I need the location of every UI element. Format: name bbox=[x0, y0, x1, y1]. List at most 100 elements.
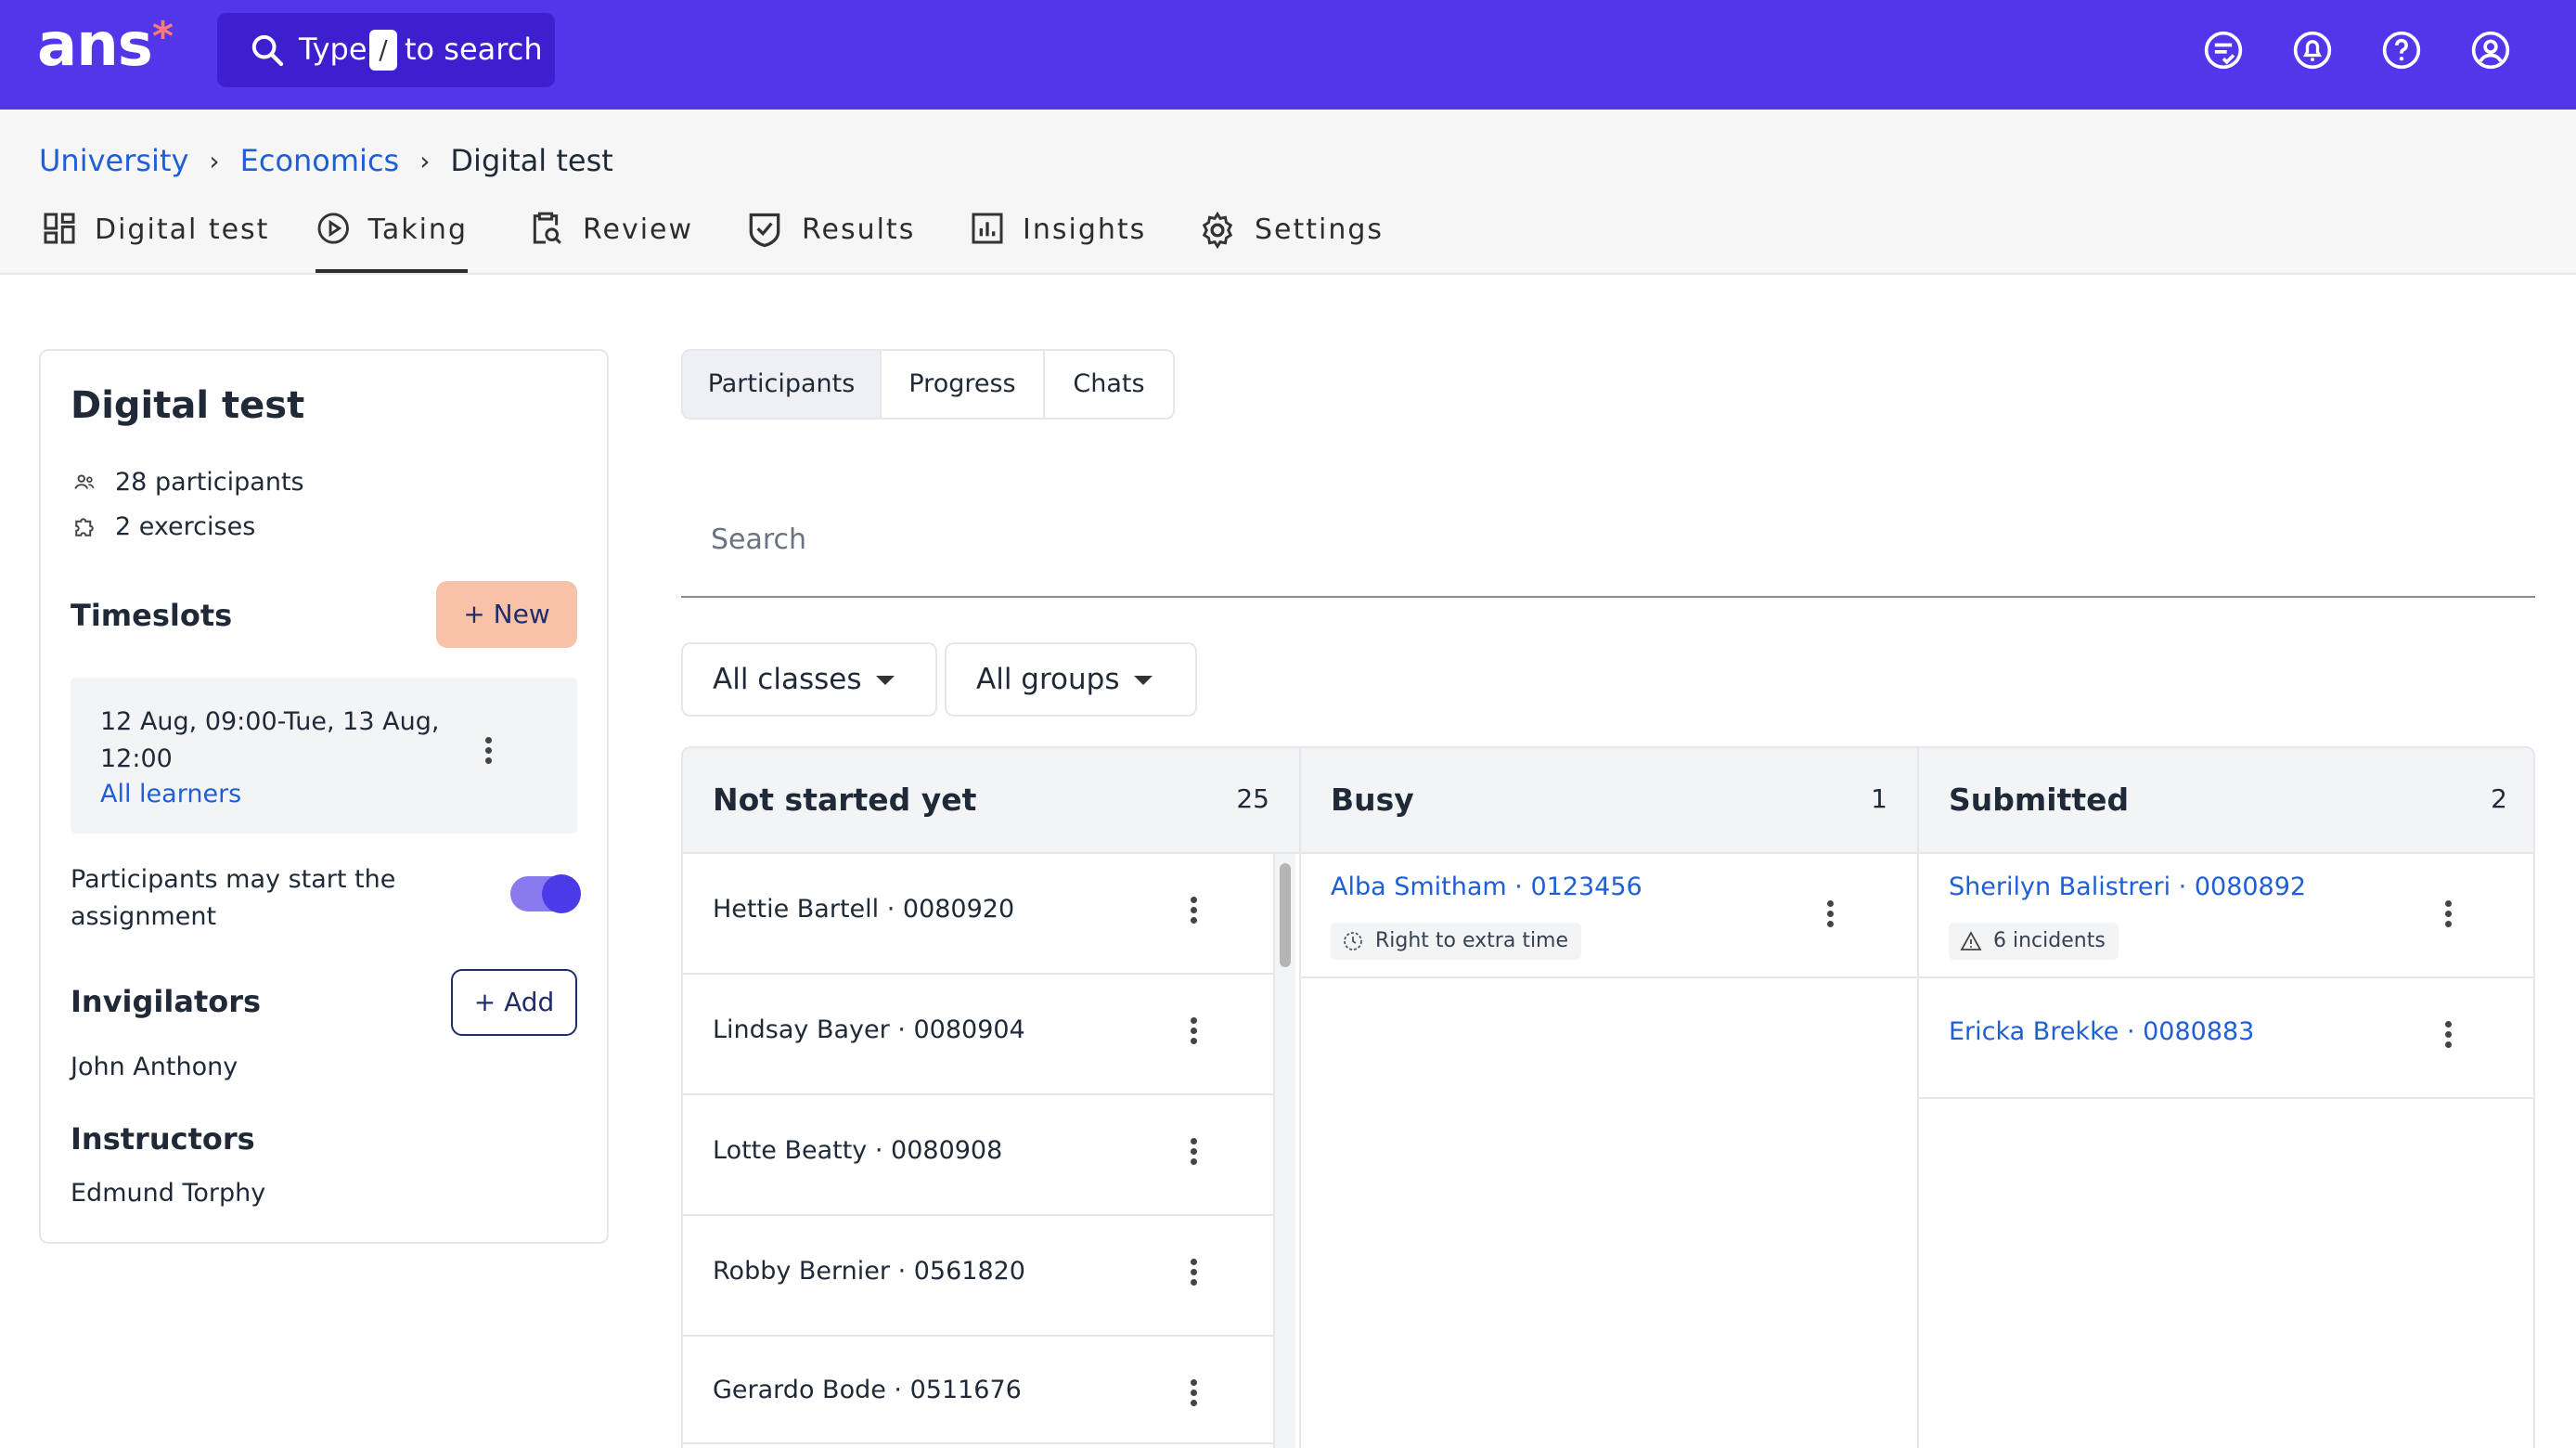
caret-down-icon bbox=[1134, 676, 1153, 685]
tab-taking[interactable]: Taking bbox=[316, 213, 468, 273]
add-invigilator-button[interactable]: + Add bbox=[451, 969, 577, 1036]
instructor-name: Edmund Torphy bbox=[71, 1179, 266, 1208]
list-item[interactable]: Sherilyn Balistreri · 0080892 6 incident… bbox=[1919, 854, 2533, 978]
tab-label: Results bbox=[802, 213, 916, 246]
toggle-knob bbox=[542, 874, 581, 913]
more-vertical-icon[interactable] bbox=[1184, 1134, 1203, 1175]
search-prefix: Type bbox=[299, 32, 367, 67]
bar-chart-icon bbox=[972, 213, 1003, 244]
invigilator-name: John Anthony bbox=[71, 1053, 238, 1081]
warning-icon bbox=[1960, 931, 1982, 950]
column-count: 2 bbox=[2491, 783, 2507, 814]
clipboard-search-icon bbox=[533, 212, 561, 244]
column-header: Submitted 2 bbox=[1919, 748, 2533, 854]
app-logo[interactable]: ans bbox=[37, 11, 153, 80]
tab-label: Digital test bbox=[95, 213, 270, 246]
tab-settings[interactable]: Settings bbox=[1197, 211, 1385, 273]
participant-search-field bbox=[681, 477, 2535, 598]
notifications-icon[interactable] bbox=[2292, 30, 2333, 71]
more-vertical-icon[interactable] bbox=[2439, 1017, 2457, 1058]
timeslot-time: 12 Aug, 09:00-Tue, 13 Aug, 12:00 bbox=[100, 707, 440, 773]
column-not-started: Not started yet 25 Hettie Bartell · 0080… bbox=[683, 748, 1301, 1448]
more-vertical-icon[interactable] bbox=[2439, 897, 2457, 937]
list-item[interactable]: Hettie Bartell · 0080920 bbox=[683, 854, 1273, 975]
list-item[interactable]: Lotte Beatty · 0080908 bbox=[683, 1095, 1273, 1216]
caret-down-icon bbox=[876, 676, 895, 685]
tab-review[interactable]: Review bbox=[525, 212, 693, 273]
column-count: 1 bbox=[1871, 783, 1887, 814]
card-title: Digital test bbox=[71, 384, 305, 427]
account-icon[interactable] bbox=[2470, 30, 2511, 71]
participant-search-input[interactable] bbox=[711, 524, 2474, 556]
tab-label: Settings bbox=[1255, 213, 1385, 246]
tab-digital-test[interactable]: Digital test bbox=[41, 213, 269, 273]
participant-name[interactable]: Alba Smitham · 0123456 bbox=[1331, 873, 1642, 901]
classes-filter-dropdown[interactable]: All classes bbox=[681, 642, 937, 717]
participants-view-switcher: Participants Progress Chats bbox=[681, 349, 1175, 420]
search-suffix: to search bbox=[405, 32, 543, 67]
subtab-chats[interactable]: Chats bbox=[1045, 351, 1173, 418]
logo-mark: * bbox=[152, 13, 174, 60]
more-vertical-icon[interactable] bbox=[1184, 1255, 1203, 1296]
column-busy: Busy 1 Alba Smitham · 0123456 Right to e… bbox=[1301, 748, 1919, 1448]
participant-name: Lindsay Bayer · 0080904 bbox=[713, 1015, 1025, 1044]
top-bar: ans * Type / to search bbox=[0, 0, 2576, 110]
participant-name[interactable]: Sherilyn Balistreri · 0080892 bbox=[1949, 873, 2306, 901]
list-item[interactable]: Lindsay Bayer · 0080904 bbox=[683, 975, 1273, 1095]
participant-name: Hettie Bartell · 0080920 bbox=[713, 895, 1015, 924]
users-icon bbox=[74, 473, 95, 489]
new-timeslot-button[interactable]: + New bbox=[436, 581, 577, 648]
more-vertical-icon[interactable] bbox=[1184, 1014, 1203, 1054]
participant-name: Lotte Beatty · 0080908 bbox=[713, 1136, 1003, 1165]
test-summary-card: Digital test 28 participants 2 exercises… bbox=[39, 349, 609, 1244]
scrollbar-thumb[interactable] bbox=[1280, 863, 1291, 967]
global-search-button[interactable]: Type / to search bbox=[217, 13, 555, 87]
tab-insights[interactable]: Insights bbox=[969, 213, 1146, 273]
gear-icon bbox=[1202, 211, 1233, 250]
classes-filter-label: All classes bbox=[713, 663, 862, 696]
list-item[interactable]: Ericka Brekke · 0080883 bbox=[1919, 978, 2533, 1099]
breadcrumb-university[interactable]: University bbox=[39, 143, 188, 178]
groups-filter-dropdown[interactable]: All groups bbox=[945, 642, 1197, 717]
timeslot-learners-link[interactable]: All learners bbox=[100, 780, 241, 808]
participant-name: Gerardo Bode · 0511676 bbox=[713, 1376, 1022, 1404]
list-item[interactable]: Gerardo Bode · 0511676 bbox=[683, 1337, 1273, 1444]
more-vertical-icon[interactable] bbox=[479, 733, 497, 774]
list-item[interactable]: Alba Smitham · 0123456 Right to extra ti… bbox=[1301, 854, 1917, 978]
exercises-count: 2 exercises bbox=[71, 512, 255, 541]
column-title: Submitted bbox=[1949, 782, 2130, 818]
more-vertical-icon[interactable] bbox=[1184, 893, 1203, 934]
participants-board: Not started yet 25 Hettie Bartell · 0080… bbox=[681, 746, 2535, 1448]
clock-icon bbox=[1344, 932, 1362, 950]
participant-name[interactable]: Ericka Brekke · 0080883 bbox=[1949, 1017, 2254, 1046]
feedback-icon[interactable] bbox=[2203, 30, 2244, 71]
more-vertical-icon[interactable] bbox=[1184, 1376, 1203, 1416]
search-shortcut-key: / bbox=[369, 30, 397, 71]
start-assignment-toggle[interactable] bbox=[510, 874, 581, 913]
search-icon bbox=[251, 34, 284, 67]
tab-label: Taking bbox=[367, 213, 468, 246]
status-badge: Right to extra time bbox=[1331, 923, 1582, 960]
start-assignment-label: Participants may start the assignment bbox=[71, 865, 396, 931]
participant-name: Robby Bernier · 0561820 bbox=[713, 1257, 1025, 1286]
play-circle-icon bbox=[317, 213, 349, 244]
more-vertical-icon[interactable] bbox=[1821, 897, 1839, 937]
breadcrumb: University › Economics › Digital test bbox=[39, 143, 613, 178]
tab-results[interactable]: Results bbox=[744, 213, 915, 273]
list-scrollbar[interactable] bbox=[1273, 854, 1295, 1448]
subtab-participants[interactable]: Participants bbox=[683, 351, 882, 418]
column-header: Not started yet 25 bbox=[683, 748, 1299, 854]
participants-text: 28 participants bbox=[115, 468, 304, 497]
badge-text: 6 incidents bbox=[1993, 929, 2106, 952]
tab-label: Insights bbox=[1023, 213, 1147, 246]
chevron-right-icon: › bbox=[209, 145, 220, 176]
column-title: Busy bbox=[1331, 782, 1414, 818]
status-badge: 6 incidents bbox=[1949, 923, 2119, 960]
column-count: 25 bbox=[1236, 783, 1269, 814]
help-icon[interactable] bbox=[2381, 30, 2422, 71]
column-header: Busy 1 bbox=[1301, 748, 1917, 854]
subtab-progress[interactable]: Progress bbox=[882, 351, 1045, 418]
breadcrumb-economics[interactable]: Economics bbox=[240, 143, 400, 178]
groups-filter-label: All groups bbox=[976, 663, 1120, 696]
list-item[interactable]: Robby Bernier · 0561820 bbox=[683, 1216, 1273, 1337]
